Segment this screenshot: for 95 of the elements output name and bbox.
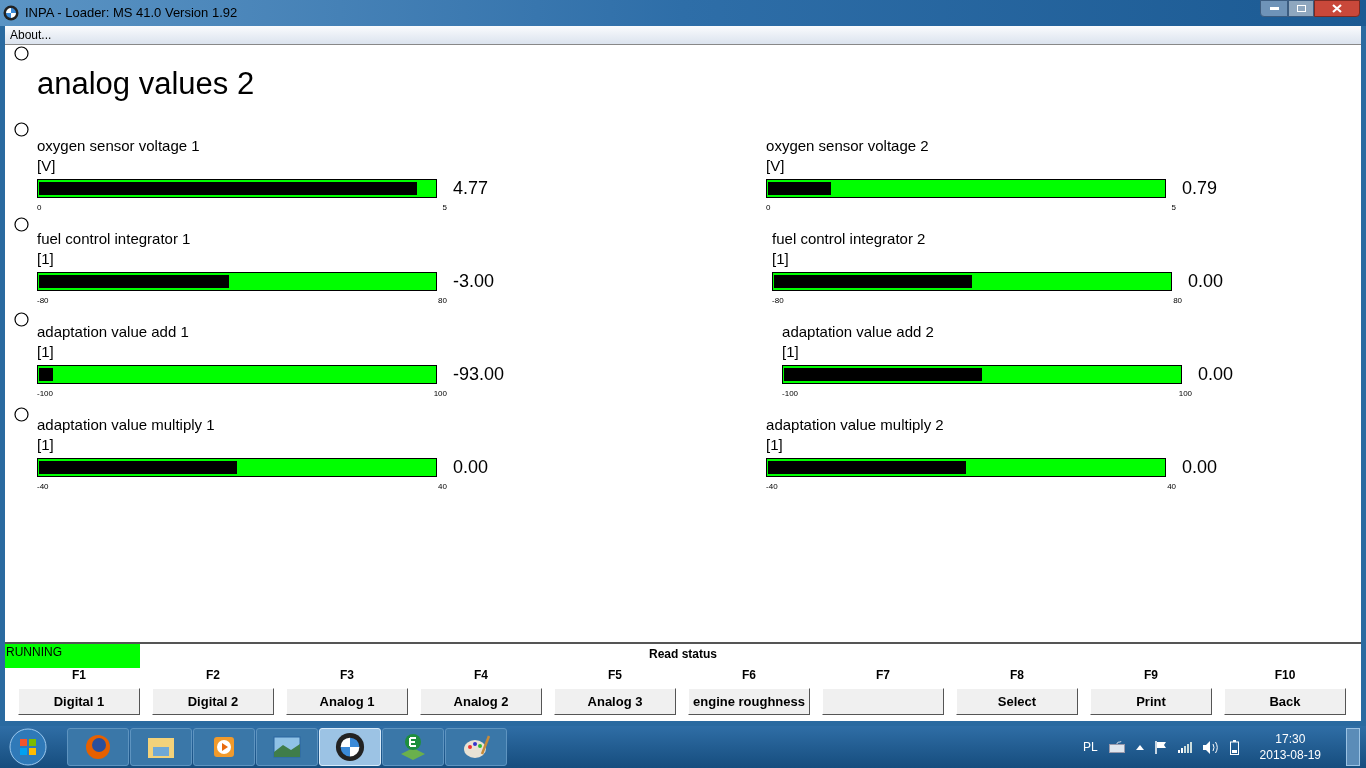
gauge-value: 0.00 [453, 456, 489, 479]
clock-time[interactable]: 17:30 [1275, 731, 1306, 747]
caret-icon[interactable] [1135, 744, 1144, 750]
signal-icon[interactable] [1177, 741, 1192, 753]
unit-label: [1] [37, 249, 55, 268]
unit-label: [1] [782, 342, 800, 361]
scale-min: 0 [37, 202, 42, 214]
status-message: Read status [649, 646, 717, 663]
folder-icon [147, 735, 175, 759]
function-button[interactable]: Analog 3 [554, 688, 676, 715]
landscape-icon [273, 736, 301, 758]
circle-icon [13, 46, 29, 61]
language-indicator[interactable]: PL [1082, 738, 1098, 756]
scale-min: -40 [37, 481, 49, 493]
globe-icon [84, 733, 112, 761]
unit-label: [V] [37, 156, 57, 175]
scale-min: 0 [766, 202, 771, 214]
maximize-button[interactable] [1288, 0, 1314, 17]
palette-icon [462, 734, 490, 760]
function-key-label: F4 [474, 667, 488, 684]
function-key-label: F1 [72, 667, 86, 684]
running-status: RUNNING [5, 644, 140, 668]
flag-icon[interactable] [1154, 740, 1167, 754]
folder-taskbar-button[interactable] [130, 728, 192, 766]
function-button[interactable]: Print [1090, 688, 1212, 715]
unit-label: [1] [766, 435, 784, 454]
gauge-value: 0.00 [1198, 363, 1234, 386]
function-button[interactable] [822, 688, 944, 715]
function-button[interactable]: Digital 1 [18, 688, 140, 715]
keyboard-icon[interactable] [1108, 741, 1125, 753]
gauge-value: -3.00 [453, 270, 495, 293]
unit-label: [1] [772, 249, 790, 268]
unit-label: [1] [37, 435, 55, 454]
function-key-label: F10 [1274, 667, 1296, 684]
scale-max: 40 [438, 481, 447, 493]
unit-label: [V] [766, 156, 786, 175]
gauge-label: adaptation value multiply 1 [37, 415, 216, 435]
speaker-icon[interactable] [1202, 740, 1219, 754]
battery-icon[interactable] [1229, 739, 1239, 755]
function-key-label: F9 [1144, 667, 1158, 684]
scale-min: -100 [37, 388, 53, 400]
function-button[interactable]: Select [956, 688, 1078, 715]
scale-max: 100 [433, 388, 447, 400]
function-button[interactable]: Analog 2 [420, 688, 542, 715]
gauge-value: 4.77 [453, 177, 489, 200]
close-icon [1332, 4, 1342, 13]
menu-item[interactable]: About... [10, 26, 52, 44]
function-button[interactable]: engine roughness [688, 688, 810, 715]
paint-taskbar-button[interactable] [445, 728, 507, 766]
scale-min: -100 [782, 388, 799, 400]
scale-max: 100 [1178, 388, 1193, 400]
scale-max: 5 [442, 202, 447, 214]
roundel-icon [335, 732, 365, 762]
function-key-label: F7 [876, 667, 890, 684]
circle-icon [13, 407, 29, 422]
scale-max: 80 [1173, 295, 1183, 307]
roundel-icon [3, 5, 19, 21]
circle-icon [13, 312, 29, 327]
scale-min: -80 [37, 295, 49, 307]
gauge-label: fuel control integrator 1 [37, 229, 192, 249]
page-heading: analog values 2 [37, 65, 256, 103]
scale-min: -40 [766, 481, 778, 493]
scale-max: 80 [438, 295, 447, 307]
start-button[interactable] [8, 727, 48, 767]
gauge-label: fuel control integrator 2 [772, 229, 927, 249]
function-key-label: F6 [742, 667, 756, 684]
minimize-button[interactable] [1260, 0, 1288, 17]
gauge-value: 0.00 [1188, 270, 1224, 293]
window-title: INPA - Loader: MS 41.0 Version 1.92 [25, 4, 238, 23]
close-button[interactable] [1314, 0, 1360, 17]
clock-date[interactable]: 2013-08-19 [1259, 747, 1321, 763]
gauge-label: adaptation value add 2 [782, 322, 935, 342]
play-icon [212, 735, 236, 759]
scale-max: 5 [1171, 202, 1177, 214]
roundel-taskbar-button[interactable] [319, 728, 381, 766]
gauge-value: 0.79 [1182, 177, 1218, 200]
function-key-label: F2 [206, 667, 220, 684]
scale-max: 40 [1167, 481, 1177, 493]
function-button[interactable]: Analog 1 [286, 688, 408, 715]
gauge-label: oxygen sensor voltage 1 [37, 136, 201, 156]
media-taskbar-button[interactable] [193, 728, 255, 766]
unit-label: [1] [37, 342, 55, 361]
scale-min: -80 [772, 295, 784, 307]
gauge-value: 0.00 [1182, 456, 1218, 479]
function-key-label: F8 [1010, 667, 1024, 684]
gauge-label: oxygen sensor voltage 2 [766, 136, 930, 156]
function-button[interactable]: Back [1224, 688, 1346, 715]
circle-icon [13, 122, 29, 137]
function-key-label: F5 [608, 667, 622, 684]
function-button[interactable]: Digital 2 [152, 688, 274, 715]
gauge-label: adaptation value add 1 [37, 322, 190, 342]
circle-icon [13, 217, 29, 232]
gauge-label: adaptation value multiply 2 [766, 415, 945, 435]
function-key-label: F3 [340, 667, 354, 684]
gauge-value: -93.00 [453, 363, 505, 386]
